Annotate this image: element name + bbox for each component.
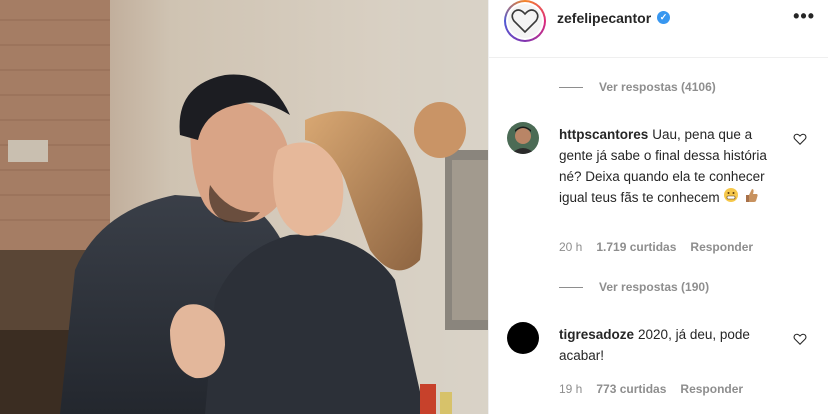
replies-divider [559,86,583,88]
avatar[interactable] [508,4,542,38]
comment-likes[interactable]: 1.719 curtidas [596,240,676,254]
heart-icon[interactable] [793,132,807,146]
comment-item: tigresadoze 2020, já deu, pode acabar! 19… [507,322,807,412]
comment-text-block: httpscantores Uau, pena que a gente já sa… [559,124,779,209]
avatar-frame [506,2,544,40]
post-username[interactable]: zefelipecantor [557,10,651,26]
comment-meta: 19 h 773 curtidas Responder [559,382,743,396]
comment-time[interactable]: 19 h [559,382,582,396]
comment-username[interactable]: tigresadoze [559,327,634,342]
view-replies-button[interactable]: Ver respostas (190) [559,280,709,294]
verified-icon: ✓ [657,11,670,24]
heart-logo-icon [511,9,539,34]
reply-button[interactable]: Responder [690,240,753,254]
comment-avatar[interactable] [507,122,539,154]
post-header: zefelipecantor ✓ ••• [489,0,828,58]
view-replies-button[interactable]: Ver respostas (4106) [559,80,716,94]
comment-text-block: tigresadoze 2020, já deu, pode acabar! [559,324,779,366]
reply-button[interactable]: Responder [680,382,743,396]
comment-username[interactable]: httpscantores [559,127,648,142]
comment-meta: 20 h 1.719 curtidas Responder [559,240,753,254]
thumbs-up-emoji-icon [743,187,759,209]
story-ring[interactable] [504,0,546,42]
replies-divider [559,286,583,288]
post-photo[interactable] [0,0,488,414]
grimacing-emoji-icon [723,187,739,209]
comment-item: httpscantores Uau, pena que a gente já sa… [507,122,807,272]
user-avatar-photo [507,122,539,154]
more-options-icon[interactable]: ••• [793,6,815,27]
view-replies-label: Ver respostas (190) [599,280,710,294]
comments-panel: zefelipecantor ✓ ••• Ver respostas (4106… [488,0,828,414]
heart-icon[interactable] [793,332,807,346]
couple-photo [0,0,488,414]
comment-avatar[interactable] [507,322,539,354]
comment-likes[interactable]: 773 curtidas [596,382,666,396]
comment-time[interactable]: 20 h [559,240,582,254]
view-replies-label: Ver respostas (4106) [599,80,716,94]
